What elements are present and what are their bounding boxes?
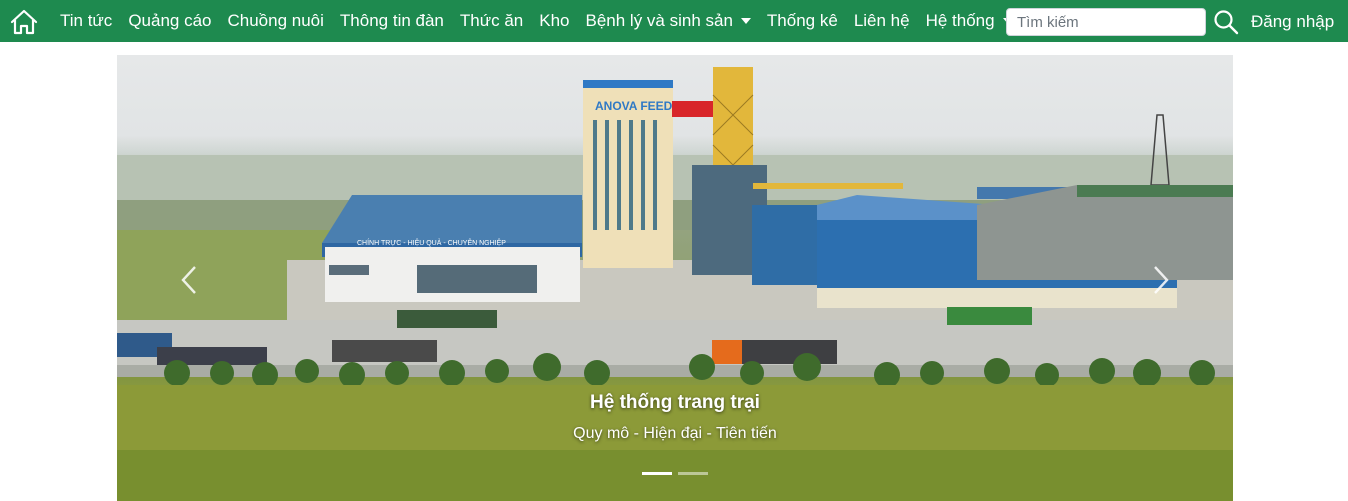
nav-item-1[interactable]: Tin tức: [60, 11, 112, 31]
nav-item-label: Thức ăn: [459, 11, 524, 30]
caret-down-icon: [740, 18, 751, 24]
building-sign-text: CHÍNH TRỰC - HIỆU QUẢ - CHUYÊN NGHIỆP: [357, 238, 506, 247]
carousel-prev-icon[interactable]: [179, 265, 201, 295]
carousel-indicator[interactable]: [642, 472, 672, 475]
nav-item-6[interactable]: Kho: [539, 11, 569, 31]
nav-item-label: Tin tức: [60, 11, 113, 30]
nav-item-label: Thống kê: [766, 11, 838, 30]
nav-item-label: Liên hệ: [853, 11, 910, 30]
nav-item-label: Hệ thống: [925, 11, 995, 30]
nav-item-9[interactable]: Liên hệ: [854, 11, 910, 31]
nav-item-4[interactable]: Thông tin đàn: [340, 11, 444, 31]
main-menu: Tin tức Quảng cáo Chuồng nuôi Thông tin đàn…: [60, 0, 1029, 42]
nav-item-10[interactable]: Hệ thống: [926, 11, 1013, 31]
nav-item-2[interactable]: Quảng cáo: [128, 11, 211, 31]
carousel-indicators: [642, 472, 714, 475]
nav-item-3[interactable]: Chuồng nuôi: [228, 11, 324, 31]
nav-item-label: Kho: [539, 11, 570, 30]
login-link[interactable]: Đăng nhập: [1251, 0, 1334, 42]
nav-item-label: Thông tin đàn: [339, 11, 444, 30]
nav-item-7[interactable]: Bệnh lý và sinh sản: [586, 11, 751, 31]
carousel-indicator[interactable]: [678, 472, 708, 475]
carousel-next-icon[interactable]: [1149, 265, 1171, 295]
top-navbar: Tin tức Quảng cáo Chuồng nuôi Thông tin đàn…: [0, 0, 1348, 42]
nav-item-label: Chuồng nuôi: [227, 11, 324, 30]
nav-item-label: Bệnh lý và sinh sản: [585, 11, 733, 30]
search-input[interactable]: [1006, 8, 1206, 36]
nav-item-5[interactable]: Thức ăn: [460, 11, 523, 31]
tower-sign-text: ANOVA FEED: [595, 99, 673, 113]
nav-item-8[interactable]: Thống kê: [767, 11, 838, 31]
home-icon[interactable]: [10, 9, 38, 35]
carousel-caption-subtitle: Quy mô - Hiện đại - Tiên tiến: [573, 425, 777, 442]
search-icon[interactable]: [1213, 9, 1239, 35]
carousel-caption-title: Hệ thống trang trại: [590, 392, 760, 413]
nav-item-label: Quảng cáo: [128, 11, 212, 30]
hero-carousel: CHÍNH TRỰC - HIỆU QUẢ - CHUYÊN NGHIỆP AN…: [117, 55, 1233, 501]
